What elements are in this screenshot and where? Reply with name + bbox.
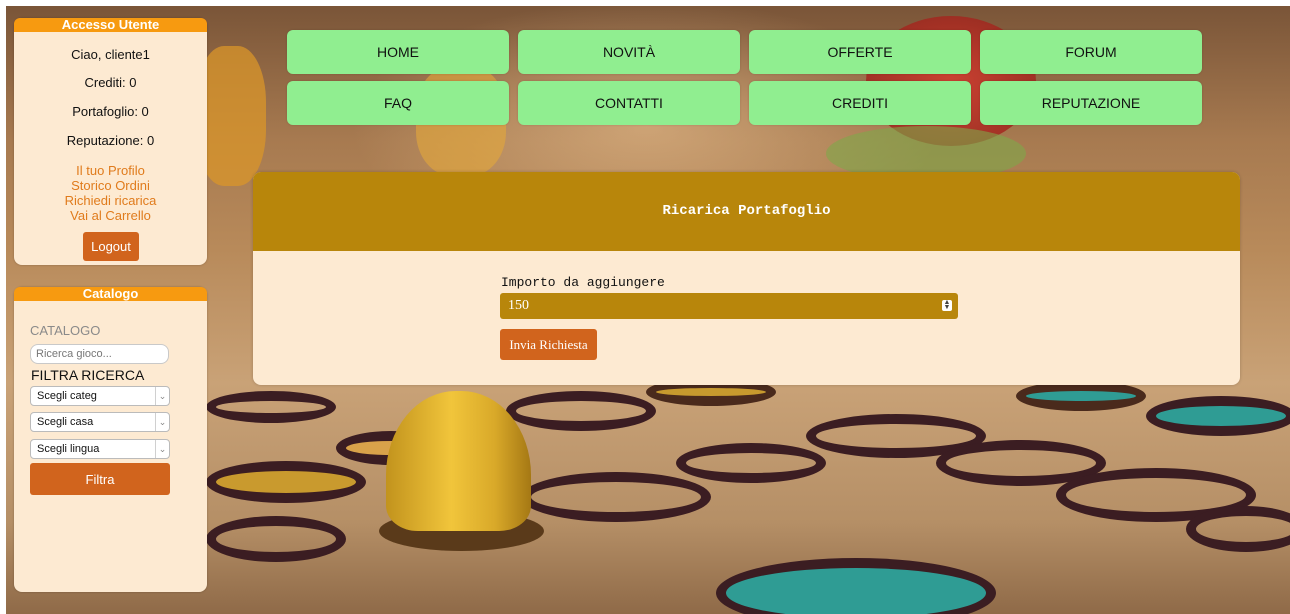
nav-credits[interactable]: CREDITI xyxy=(749,81,971,125)
nav-reputation[interactable]: REPUTAZIONE xyxy=(980,81,1202,125)
category-select-value: Scegli categ xyxy=(37,390,97,402)
nav-offers[interactable]: OFFERTE xyxy=(749,30,971,74)
profile-link[interactable]: Il tuo Profilo xyxy=(14,163,207,178)
nav-home[interactable]: HOME xyxy=(287,30,509,74)
user-access-panel: Accesso Utente Ciao, cliente1 Crediti: 0… xyxy=(14,18,207,265)
user-reputation: Reputazione: 0 xyxy=(66,133,155,148)
catalog-label: CATALOGO xyxy=(30,323,101,338)
catalog-panel: Catalogo CATALOGO FILTRA RICERCA Scegli … xyxy=(14,287,207,592)
request-topup-link[interactable]: Richiedi ricarica xyxy=(14,193,207,208)
amount-input[interactable]: 150 ▲ ▼ xyxy=(500,293,958,319)
nav-forum[interactable]: FORUM xyxy=(980,30,1202,74)
logout-button[interactable]: Logout xyxy=(83,232,139,261)
filter-title: FILTRA RICERCA xyxy=(31,367,145,383)
language-select-value: Scegli lingua xyxy=(37,443,100,455)
publisher-select-value: Scegli casa xyxy=(37,416,94,428)
chevron-down-icon: ⌄ xyxy=(155,440,169,458)
wallet-topup-card: Ricarica Portafoglio Importo da aggiunge… xyxy=(253,172,1240,385)
user-greeting: Ciao, cliente1 xyxy=(71,47,150,62)
user-credits: Crediti: 0 xyxy=(84,75,137,90)
order-history-link[interactable]: Storico Ordini xyxy=(14,178,207,193)
filter-button[interactable]: Filtra xyxy=(30,463,170,495)
amount-label: Importo da aggiungere xyxy=(501,275,665,290)
search-input[interactable] xyxy=(30,344,169,364)
chevron-down-icon: ⌄ xyxy=(155,387,169,405)
nav-news[interactable]: NOVITÀ xyxy=(518,30,740,74)
page-title: Ricarica Portafoglio xyxy=(253,172,1240,251)
chevron-down-icon: ⌄ xyxy=(155,413,169,431)
publisher-select[interactable]: Scegli casa ⌄ xyxy=(30,412,170,432)
spinner-icon[interactable]: ▲ ▼ xyxy=(942,299,952,311)
amount-value: 150 xyxy=(508,298,529,313)
user-panel-header: Accesso Utente xyxy=(14,18,207,32)
language-select[interactable]: Scegli lingua ⌄ xyxy=(30,439,170,459)
cart-link[interactable]: Vai al Carrello xyxy=(14,208,207,223)
nav-contacts[interactable]: CONTATTI xyxy=(518,81,740,125)
submit-request-button[interactable]: Invia Richiesta xyxy=(500,329,597,360)
nav-faq[interactable]: FAQ xyxy=(287,81,509,125)
user-wallet: Portafoglio: 0 xyxy=(72,104,149,119)
category-select[interactable]: Scegli categ ⌄ xyxy=(30,386,170,406)
catalog-panel-header: Catalogo xyxy=(14,287,207,301)
